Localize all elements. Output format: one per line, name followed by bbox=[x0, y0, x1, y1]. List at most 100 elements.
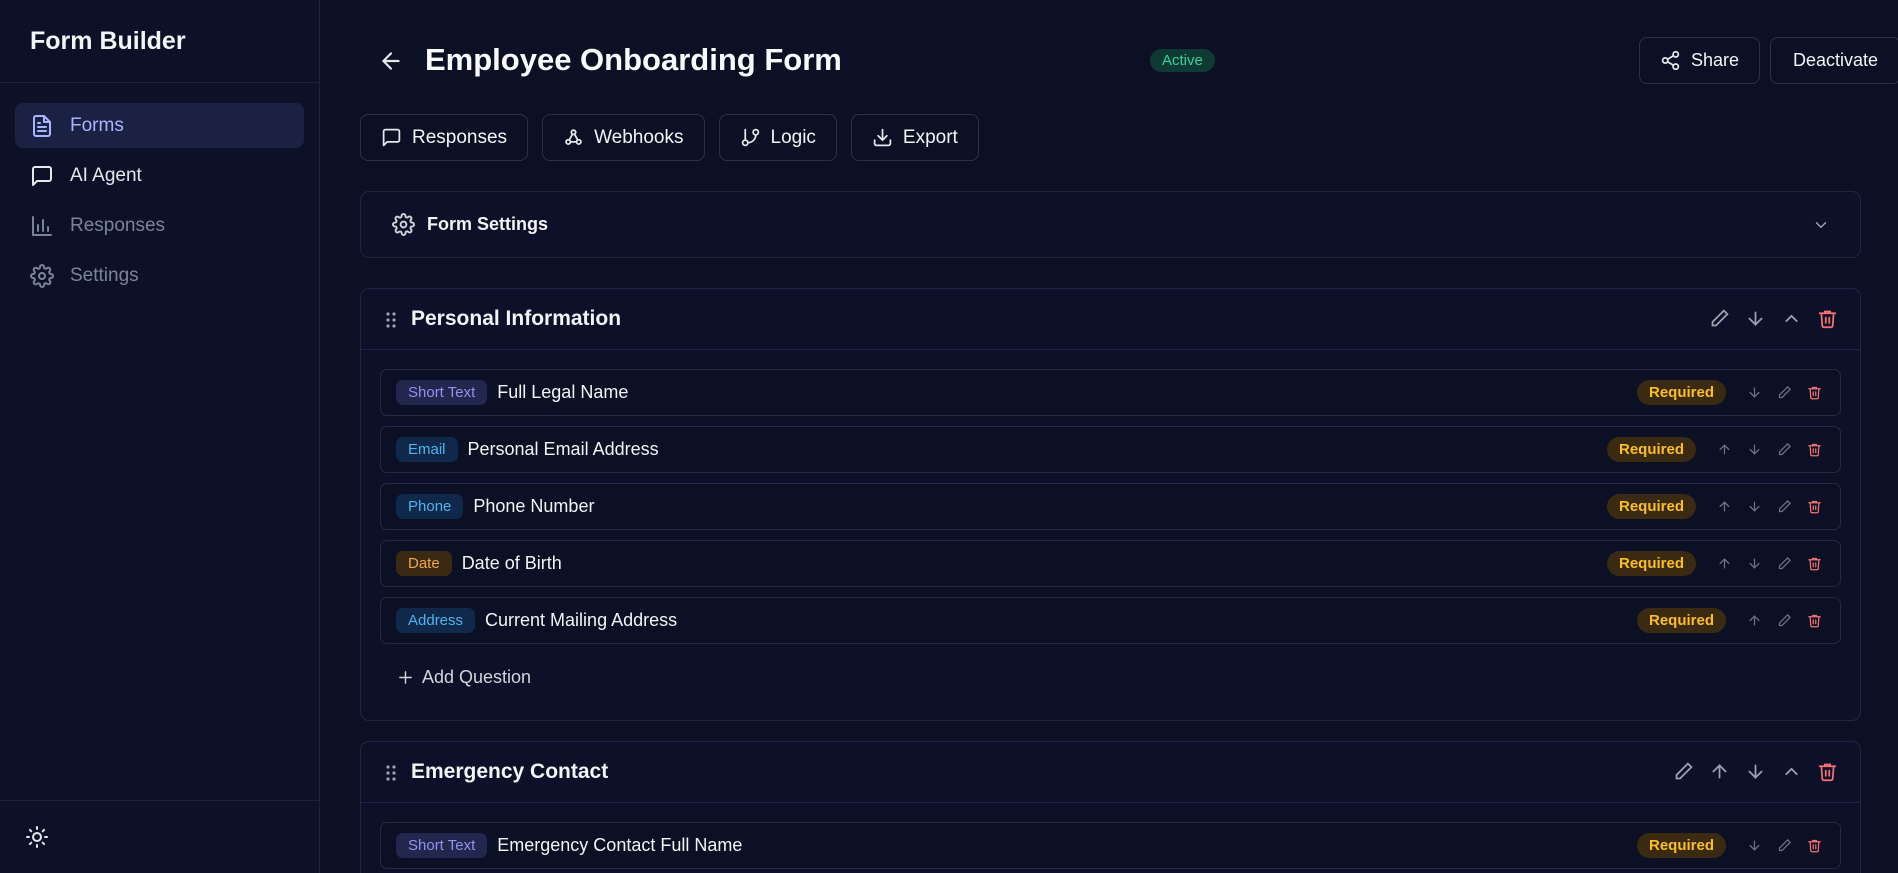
webhook-icon bbox=[565, 129, 582, 145]
question-label: Current Mailing Address bbox=[485, 610, 678, 630]
section-actions bbox=[1709, 308, 1838, 329]
sidebar-item-responses[interactable]: Responses bbox=[15, 203, 304, 248]
responses-label: Responses bbox=[412, 126, 508, 148]
arrow-down-icon[interactable] bbox=[1745, 761, 1766, 782]
question-type-badge: Short Text bbox=[396, 380, 488, 405]
question-type-badge: Address bbox=[396, 608, 476, 633]
required-badge: Required bbox=[1636, 608, 1726, 633]
chevron-up-icon[interactable] bbox=[1781, 761, 1802, 782]
plus-icon bbox=[399, 671, 412, 684]
sidebar-item-settings[interactable]: Settings bbox=[15, 253, 304, 298]
required-badge: Required bbox=[1636, 380, 1726, 405]
arrow-up-icon[interactable] bbox=[1747, 613, 1762, 628]
question-actions: Required bbox=[1636, 608, 1822, 633]
section-header: Emergency Contact bbox=[361, 742, 1860, 803]
arrow-up-icon[interactable] bbox=[1717, 499, 1732, 514]
share-button[interactable]: Share bbox=[1639, 37, 1760, 84]
arrow-up-icon[interactable] bbox=[1717, 442, 1732, 457]
bar-chart-icon bbox=[32, 215, 52, 236]
document-icon bbox=[33, 114, 51, 137]
chevron-down-icon[interactable] bbox=[1812, 216, 1830, 234]
sidebar-item-label: Forms bbox=[70, 114, 124, 136]
question-list: Short Text Full Legal Name Required Emai… bbox=[361, 350, 1860, 644]
pencil-icon[interactable] bbox=[1777, 499, 1792, 514]
share-icon bbox=[1661, 50, 1680, 71]
required-badge: Required bbox=[1606, 494, 1696, 519]
pencil-icon[interactable] bbox=[1777, 442, 1792, 457]
section-emergency-contact: Emergency Contact Short Text Emergency C… bbox=[360, 741, 1861, 873]
logic-button[interactable]: Logic bbox=[718, 114, 837, 161]
export-label: Export bbox=[902, 126, 958, 148]
trash-icon[interactable] bbox=[1807, 838, 1822, 853]
question-row[interactable]: Email Personal Email Address Required bbox=[380, 426, 1841, 473]
arrow-down-icon[interactable] bbox=[1747, 385, 1762, 400]
question-row[interactable]: Date Date of Birth Required bbox=[380, 540, 1841, 587]
question-type-badge: Short Text bbox=[396, 833, 488, 858]
arrow-down-icon[interactable] bbox=[1745, 308, 1766, 329]
required-badge: Required bbox=[1606, 551, 1696, 576]
arrow-down-icon[interactable] bbox=[1747, 499, 1762, 514]
section-header: Personal Information bbox=[361, 289, 1860, 350]
pencil-icon[interactable] bbox=[1673, 761, 1694, 782]
section-title: Personal Information bbox=[411, 307, 622, 330]
pencil-icon[interactable] bbox=[1777, 385, 1792, 400]
arrow-down-icon[interactable] bbox=[1747, 556, 1762, 571]
form-settings-label: Form Settings bbox=[427, 214, 549, 234]
page-header: Employee Onboarding Form Active Share De… bbox=[360, 0, 1898, 122]
section-personal-information: Personal Information Short Text Full Leg… bbox=[360, 288, 1861, 721]
form-settings-panel[interactable]: Form Settings bbox=[360, 191, 1861, 258]
arrow-up-icon[interactable] bbox=[1709, 761, 1730, 782]
trash-icon[interactable] bbox=[1817, 308, 1838, 329]
download-icon bbox=[873, 128, 892, 147]
question-type-badge: Phone bbox=[396, 494, 464, 519]
pencil-icon[interactable] bbox=[1709, 308, 1730, 329]
responses-button[interactable]: Responses bbox=[360, 114, 529, 161]
trash-icon[interactable] bbox=[1817, 761, 1838, 782]
webhooks-button[interactable]: Webhooks bbox=[542, 114, 705, 161]
trash-icon[interactable] bbox=[1807, 499, 1822, 514]
chevron-up-icon[interactable] bbox=[1781, 308, 1802, 329]
arrow-up-icon[interactable] bbox=[1717, 556, 1732, 571]
gear-icon bbox=[30, 263, 54, 288]
pencil-icon[interactable] bbox=[1777, 838, 1792, 853]
form-toolbar: Responses Webhooks Logic Export bbox=[360, 114, 979, 161]
sidebar-item-forms[interactable]: Forms bbox=[15, 103, 304, 148]
sun-icon[interactable] bbox=[25, 825, 49, 849]
arrow-down-icon[interactable] bbox=[1747, 442, 1762, 457]
pencil-icon[interactable] bbox=[1777, 613, 1792, 628]
question-row[interactable]: Phone Phone Number Required bbox=[380, 483, 1841, 530]
add-question-button[interactable]: Add Question bbox=[397, 667, 531, 688]
trash-icon[interactable] bbox=[1807, 613, 1822, 628]
sidebar-item-ai-agent[interactable]: AI Agent bbox=[15, 153, 304, 198]
arrow-down-icon[interactable] bbox=[1747, 838, 1762, 853]
trash-icon[interactable] bbox=[1807, 385, 1822, 400]
message-square-icon bbox=[382, 128, 401, 147]
webhooks-label: Webhooks bbox=[594, 126, 684, 148]
drag-handle-icon[interactable] bbox=[384, 764, 398, 782]
drag-handle-icon[interactable] bbox=[384, 311, 398, 329]
question-row[interactable]: Short Text Emergency Contact Full Name R… bbox=[380, 822, 1841, 869]
trash-icon[interactable] bbox=[1807, 556, 1822, 571]
question-row[interactable]: Address Current Mailing Address Required bbox=[380, 597, 1841, 644]
app-root: Form Builder Forms AI Agent Responses Se… bbox=[0, 0, 1898, 873]
gear-icon bbox=[392, 213, 415, 236]
deactivate-button[interactable]: Deactivate bbox=[1770, 37, 1898, 84]
sidebar-item-label: Settings bbox=[70, 264, 139, 286]
back-arrow-icon[interactable] bbox=[378, 48, 404, 74]
trash-icon[interactable] bbox=[1807, 442, 1822, 457]
page-title: Employee Onboarding Form bbox=[425, 42, 842, 77]
question-type-badge: Date bbox=[396, 551, 452, 576]
question-actions: Required bbox=[1606, 494, 1822, 519]
pencil-icon[interactable] bbox=[1777, 556, 1792, 571]
sidebar-item-label: AI Agent bbox=[70, 164, 142, 186]
question-label: Emergency Contact Full Name bbox=[497, 835, 743, 855]
section-title: Emergency Contact bbox=[411, 760, 609, 783]
question-actions: Required bbox=[1636, 380, 1822, 405]
question-row[interactable]: Short Text Full Legal Name Required bbox=[380, 369, 1841, 416]
question-label: Phone Number bbox=[473, 496, 595, 516]
question-actions: Required bbox=[1636, 833, 1822, 858]
export-button[interactable]: Export bbox=[850, 114, 979, 161]
required-badge: Required bbox=[1606, 437, 1696, 462]
add-question-label: Add Question bbox=[422, 667, 532, 687]
question-list: Short Text Emergency Contact Full Name R… bbox=[361, 803, 1860, 869]
